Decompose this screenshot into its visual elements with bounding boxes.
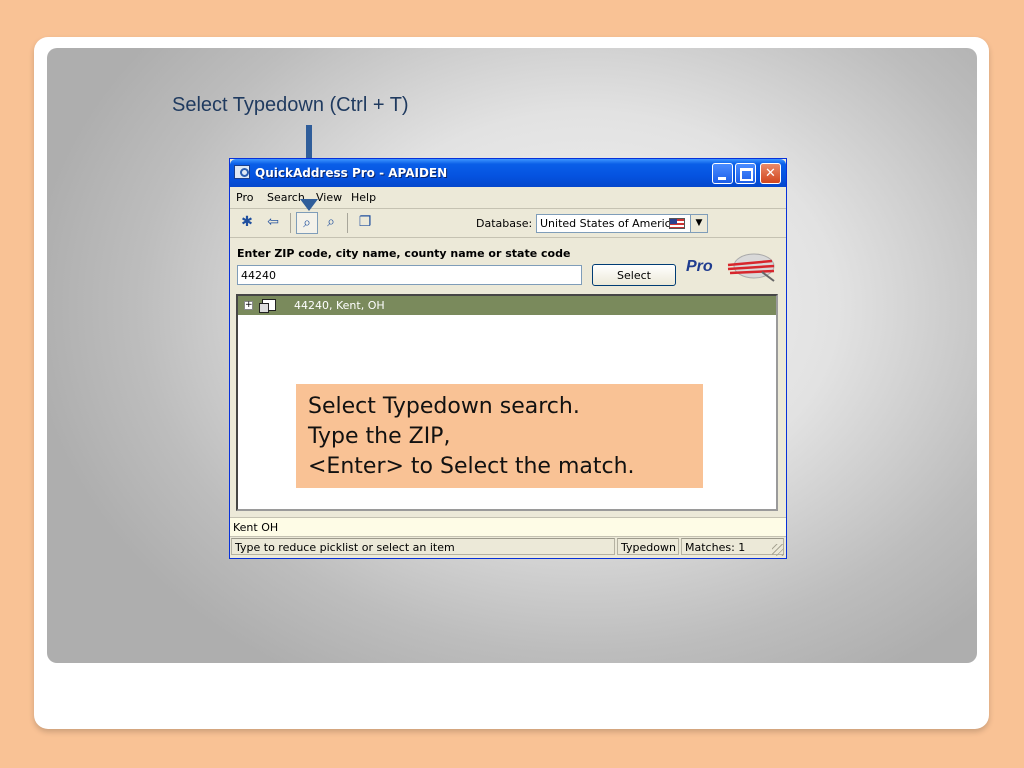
toolbar-separator — [347, 213, 348, 233]
search-prompt: Enter ZIP code, city name, county name o… — [237, 247, 571, 260]
back-arrow-icon[interactable]: ⇦ — [262, 212, 284, 234]
status-hint: Type to reduce picklist or select an ite… — [231, 538, 615, 555]
status-matches: Matches: 1 — [681, 538, 784, 555]
address-preview: Kent OH — [230, 517, 786, 537]
expand-plus-icon[interactable]: + — [244, 301, 253, 310]
new-search-icon[interactable]: ✱ — [236, 212, 258, 234]
menu-help[interactable]: Help — [351, 191, 376, 204]
minimize-button[interactable] — [712, 163, 733, 184]
copy-icon[interactable]: ❐ — [354, 212, 376, 234]
toolbar-separator — [290, 213, 291, 233]
close-button[interactable]: ✕ — [760, 163, 781, 184]
menu-pro[interactable]: Pro — [236, 191, 253, 204]
app-icon — [234, 165, 250, 179]
slide-heading: Select Typedown (Ctrl + T) — [172, 94, 409, 116]
chevron-down-icon[interactable]: ▼ — [690, 215, 707, 232]
list-item-label: 44240, Kent, OH — [294, 299, 385, 312]
note-line: Select Typedown search. — [308, 394, 580, 419]
toolbar: ✱ ⇦ ⌕ ⌕ ❐ Database: United States of Ame… — [230, 209, 786, 238]
refine-search-icon[interactable]: ⌕ — [320, 212, 342, 234]
database-value: United States of America — [540, 217, 678, 230]
select-button[interactable]: Select — [592, 264, 676, 286]
pro-logo: Pro — [686, 251, 776, 283]
note-line: Type the ZIP, — [308, 424, 451, 449]
menu-view[interactable]: View — [316, 191, 342, 204]
maximize-button[interactable] — [735, 163, 756, 184]
app-window: QuickAddress Pro - APAIDEN ✕ Pro Search … — [229, 158, 787, 559]
resize-grip-icon[interactable] — [772, 544, 784, 556]
database-label: Database: — [476, 217, 533, 230]
search-input[interactable] — [237, 265, 582, 285]
typedown-icon[interactable]: ⌕ — [296, 212, 318, 234]
status-mode: Typedown — [617, 538, 679, 555]
logo-globe-icon — [727, 253, 775, 282]
note-line: <Enter> to Select the match. — [308, 454, 635, 479]
us-flag-icon — [669, 218, 685, 229]
document-icon — [259, 299, 276, 313]
window-title: QuickAddress Pro - APAIDEN — [255, 166, 448, 180]
database-select[interactable]: United States of America ▼ — [536, 214, 708, 233]
titlebar[interactable]: QuickAddress Pro - APAIDEN ✕ — [230, 159, 786, 187]
statusbar: Type to reduce picklist or select an ite… — [230, 536, 786, 558]
list-item[interactable]: + 44240, Kent, OH — [238, 296, 776, 315]
instruction-note: Select Typedown search. Type the ZIP, <E… — [296, 384, 703, 488]
address-preview-text: Kent OH — [233, 521, 279, 534]
arrow-head-icon — [300, 199, 318, 211]
